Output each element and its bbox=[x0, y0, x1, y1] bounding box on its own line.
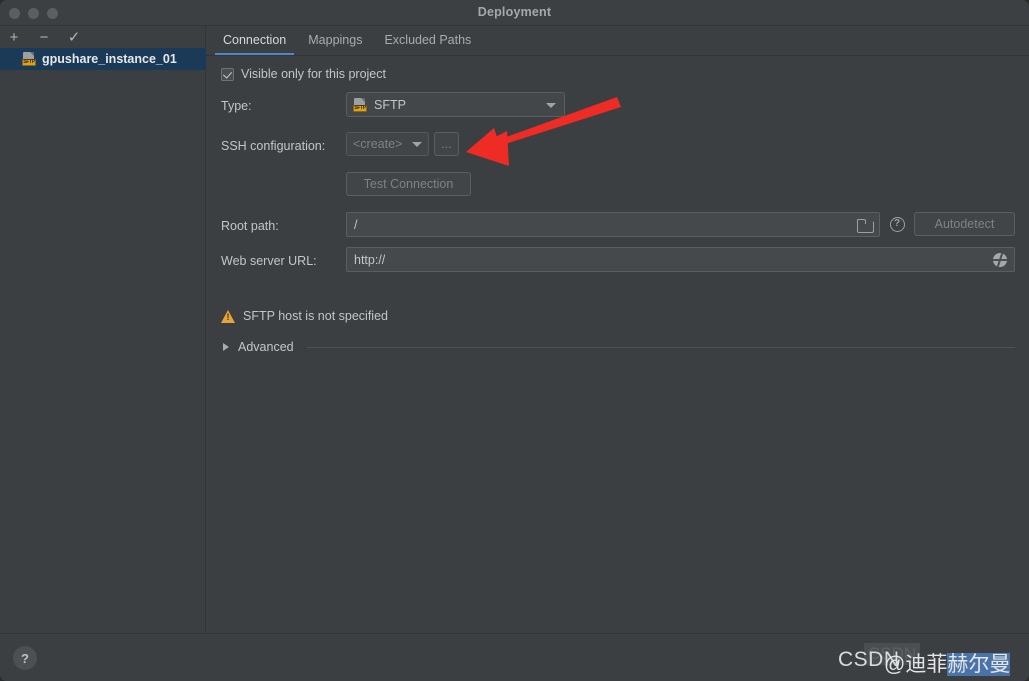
web-server-url-value: http:// bbox=[354, 252, 386, 267]
connection-panel: Connection Mappings Excluded Paths Visib… bbox=[206, 26, 1029, 633]
visible-only-checkbox-row[interactable]: Visible only for this project bbox=[221, 67, 386, 81]
list-item[interactable]: SFTP gpushare_instance_01 bbox=[0, 48, 206, 70]
type-combobox[interactable]: SFTP SFTP bbox=[346, 92, 565, 117]
watermark-handle-highlight: 赫尔曼 bbox=[947, 653, 1011, 676]
window-title: Deployment bbox=[477, 5, 552, 19]
help-button[interactable]: ? bbox=[13, 646, 37, 670]
sftp-badge-label: SFTP bbox=[353, 104, 367, 112]
chevron-down-icon bbox=[546, 102, 556, 108]
sidebar-toolbar: + − ✓ bbox=[0, 26, 206, 48]
tab-excluded-paths[interactable]: Excluded Paths bbox=[373, 26, 482, 55]
remove-button[interactable]: − bbox=[36, 29, 52, 45]
server-name-label: gpushare_instance_01 bbox=[42, 52, 177, 66]
test-connection-button[interactable]: Test Connection bbox=[346, 172, 471, 196]
globe-icon bbox=[993, 253, 1007, 267]
tab-connection[interactable]: Connection bbox=[212, 26, 297, 55]
server-list: SFTP gpushare_instance_01 bbox=[0, 48, 206, 70]
root-path-input[interactable]: / bbox=[346, 212, 880, 237]
advanced-section-toggle[interactable]: Advanced bbox=[221, 338, 1015, 356]
tab-bar: Connection Mappings Excluded Paths bbox=[206, 26, 1029, 56]
root-path-help-button[interactable]: ? bbox=[889, 216, 905, 232]
warning-icon: ! bbox=[221, 309, 235, 323]
web-server-url-input[interactable]: http:// bbox=[346, 247, 1015, 272]
validation-warning-text: SFTP host is not specified bbox=[243, 309, 388, 323]
deployment-servers-sidebar: + − ✓ SFTP gpushare_instance_01 bbox=[0, 26, 206, 633]
visible-only-checkbox[interactable] bbox=[221, 67, 234, 81]
autodetect-button[interactable]: Autodetect bbox=[914, 212, 1015, 236]
sftp-icon: SFTP bbox=[353, 97, 367, 112]
type-label: Type: bbox=[221, 99, 252, 113]
web-server-url-open-button[interactable] bbox=[992, 252, 1008, 268]
chevron-right-icon bbox=[223, 343, 229, 351]
ssh-configuration-value: <create> bbox=[353, 137, 403, 151]
root-path-label: Root path: bbox=[221, 219, 279, 233]
root-path-value: / bbox=[354, 217, 358, 232]
sftp-badge-label: SFTP bbox=[22, 59, 36, 66]
web-server-url-label: Web server URL: bbox=[221, 254, 317, 268]
tab-mappings[interactable]: Mappings bbox=[297, 26, 373, 55]
ssh-configuration-label: SSH configuration: bbox=[221, 139, 326, 153]
folder-icon bbox=[856, 219, 874, 233]
watermark-handle-text: @迪菲 bbox=[884, 653, 948, 676]
watermark-handle: @迪菲赫尔曼 bbox=[884, 648, 1011, 678]
chevron-down-icon bbox=[412, 142, 422, 147]
add-button[interactable]: + bbox=[6, 29, 22, 45]
advanced-label: Advanced bbox=[238, 340, 294, 354]
validation-warning: ! SFTP host is not specified bbox=[221, 309, 388, 323]
title-bar: Deployment bbox=[0, 0, 1029, 26]
type-value: SFTP bbox=[374, 97, 406, 112]
deployment-dialog: Deployment + − ✓ SFTP gpushare_instance_… bbox=[0, 0, 1029, 681]
advanced-divider bbox=[306, 346, 1015, 348]
visible-only-label: Visible only for this project bbox=[241, 67, 386, 81]
ssh-configuration-combobox[interactable]: <create> bbox=[346, 132, 429, 156]
sftp-icon: SFTP bbox=[22, 52, 36, 66]
root-path-browse-button[interactable] bbox=[854, 217, 874, 233]
help-icon: ? bbox=[889, 216, 905, 232]
ssh-configuration-browse-button[interactable]: ... bbox=[434, 132, 459, 156]
set-default-button[interactable]: ✓ bbox=[66, 29, 82, 45]
